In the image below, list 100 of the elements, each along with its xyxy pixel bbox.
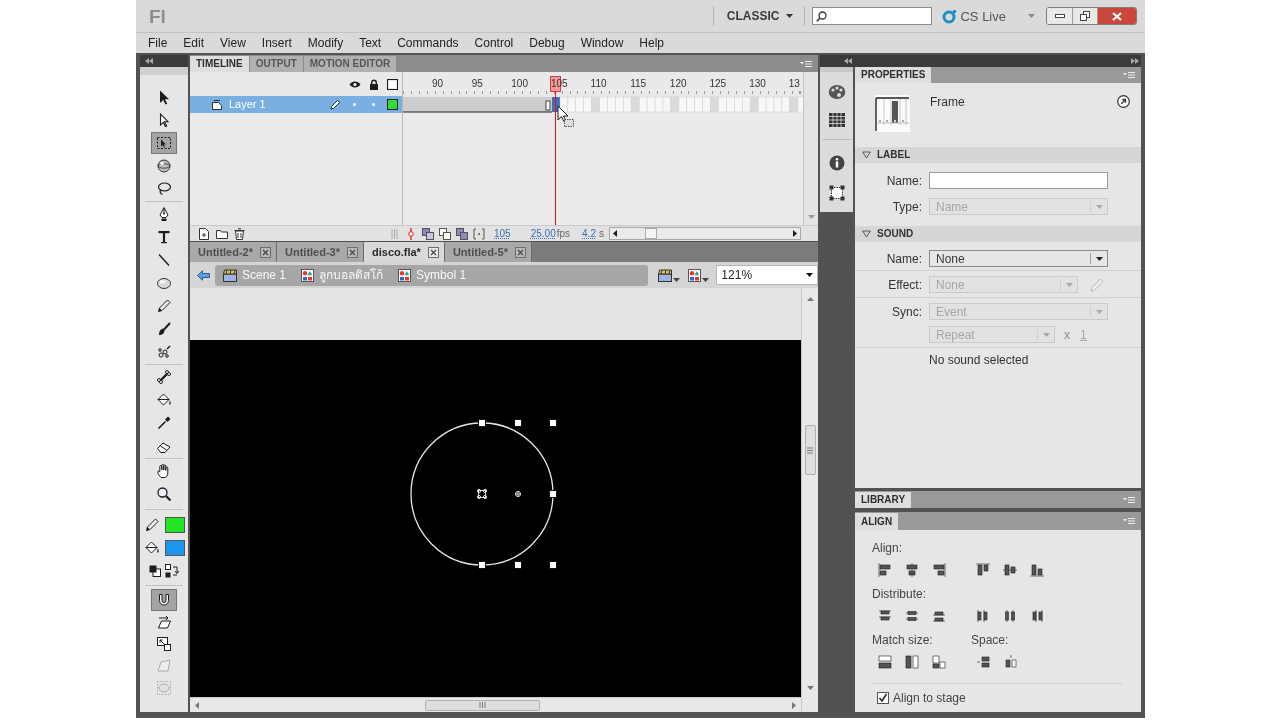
distribute-vertical-center-icon[interactable] [904, 608, 920, 624]
edit-scene-button[interactable] [658, 268, 681, 282]
align-bottom-edge-icon[interactable] [1029, 562, 1045, 578]
close-icon[interactable] [260, 246, 271, 258]
menu-item[interactable]: Control [474, 37, 514, 49]
document-tab[interactable]: Untitled-5* [444, 242, 532, 262]
circle-arrow-icon[interactable] [1117, 95, 1130, 108]
panel-tab[interactable]: TIMELINE [190, 56, 250, 72]
fill-color-swatch[interactable] [164, 540, 185, 556]
stroke-color-swatch[interactable] [164, 517, 185, 533]
dropdown[interactable]: None [929, 250, 1108, 267]
distribute-left-icon[interactable] [975, 608, 991, 624]
panel-tab[interactable]: ALIGN [855, 513, 899, 530]
eye-icon[interactable] [348, 79, 361, 89]
close-icon[interactable] [347, 246, 358, 258]
checkbox[interactable] [877, 692, 889, 704]
zoom-field[interactable]: 121% [716, 265, 818, 285]
distribute-horizontal-center-icon[interactable] [1002, 608, 1018, 624]
checkbox-label[interactable]: Align to stage [893, 692, 966, 704]
palette-icon[interactable] [827, 84, 846, 100]
layer-color-swatch[interactable] [387, 99, 398, 110]
tool-button[interactable] [151, 589, 177, 611]
double-chevron-left-icon[interactable] [844, 58, 852, 64]
text-input[interactable] [929, 172, 1108, 189]
back-arrow-icon[interactable] [197, 269, 210, 281]
minimize-button[interactable] [1047, 8, 1073, 24]
workspace-switcher[interactable]: CLASSIC [726, 10, 794, 22]
playhead-marker-icon[interactable] [405, 227, 417, 240]
trash-icon[interactable] [234, 227, 245, 240]
close-button[interactable] [1098, 8, 1136, 24]
lock-icon[interactable] [368, 78, 379, 90]
menu-item[interactable]: View [220, 37, 246, 49]
info-icon[interactable] [828, 155, 845, 171]
folder-icon[interactable] [216, 228, 228, 239]
swatch-grid-icon[interactable] [828, 113, 845, 127]
menu-item[interactable]: Commands [397, 37, 459, 49]
scrollbar-thumb[interactable] [645, 228, 657, 239]
match-width-icon[interactable] [877, 654, 893, 670]
align-left-edge-icon[interactable] [877, 562, 893, 578]
paint-bucket-icon [156, 392, 172, 408]
distribute-right-icon[interactable] [1029, 608, 1045, 624]
tool-button[interactable] [151, 132, 177, 154]
menu-item[interactable]: Text [359, 37, 382, 49]
double-chevron-left-icon[interactable] [145, 58, 153, 64]
section-header[interactable]: SOUND [855, 226, 1141, 242]
menu-item[interactable]: Debug [529, 37, 565, 49]
distribute-top-icon[interactable] [877, 608, 893, 624]
distribute-bottom-icon[interactable] [931, 608, 947, 624]
menu-item[interactable]: Window [580, 37, 624, 49]
scrollbar-thumb[interactable] [804, 425, 816, 475]
current-frame-value[interactable]: 105 [494, 228, 511, 239]
align-horizontal-center-icon[interactable] [904, 562, 920, 578]
right-arrow-icon[interactable] [793, 230, 797, 237]
letter-t-icon [156, 229, 172, 245]
space-vertical-icon[interactable] [976, 654, 992, 670]
frame-number: 125 [709, 78, 727, 90]
panel-tab[interactable]: PROPERTIES [855, 67, 932, 83]
frame-rate-value[interactable]: 25.00 [530, 228, 556, 239]
panel-tab[interactable]: OUTPUT [249, 56, 304, 72]
panel-tab[interactable]: LIBRARY [855, 492, 912, 508]
align-right-edge-icon[interactable] [931, 562, 947, 578]
align-top-edge-icon[interactable] [975, 562, 991, 578]
menu-item[interactable]: Insert [261, 37, 292, 49]
document-tab[interactable]: Untitled-3* [277, 242, 364, 262]
double-chevron-right-icon[interactable] [1131, 58, 1139, 64]
overlapping-squares-icon[interactable] [422, 227, 434, 240]
menu-item[interactable]: Edit [183, 37, 205, 49]
scrollbar-thumb[interactable] [425, 699, 540, 711]
space-horizontal-icon[interactable] [1003, 654, 1019, 670]
document-tab[interactable]: Untitled-2* [190, 242, 277, 262]
restore-button[interactable] [1073, 8, 1098, 24]
frame-number: 13 [788, 78, 800, 90]
panel-tab[interactable]: MOTION EDITOR [303, 56, 398, 72]
menu-item[interactable]: File [148, 37, 168, 49]
elapsed-time-value[interactable]: 4.2 [582, 228, 596, 239]
overlapping-outline-squares-icon[interactable] [439, 227, 451, 240]
transform-square-icon[interactable] [828, 185, 845, 201]
section-header[interactable]: LABEL [855, 147, 1141, 163]
close-icon[interactable] [427, 246, 439, 258]
up-arrow-icon[interactable] [806, 297, 814, 301]
document-tab[interactable]: disco.fla* [364, 242, 445, 262]
swap-arrows-icon[interactable] [165, 564, 179, 578]
down-arrow-icon[interactable] [806, 686, 814, 690]
live-services-button[interactable]: CS Live [960, 9, 1006, 23]
panel-menu-icon[interactable] [800, 59, 812, 68]
left-arrow-icon[interactable] [613, 230, 617, 237]
default-colors-icon[interactable] [149, 565, 161, 577]
edit-symbol-button[interactable] [688, 268, 710, 282]
new-page-icon[interactable] [198, 227, 210, 240]
match-size-icon[interactable] [931, 654, 947, 670]
stacked-squares-icon[interactable] [456, 227, 468, 240]
close-icon[interactable] [514, 246, 526, 258]
menu-item[interactable]: Modify [307, 37, 344, 49]
match-height-icon[interactable] [904, 654, 920, 670]
menu-item[interactable]: Help [639, 37, 664, 49]
frame-number: 130 [749, 78, 766, 90]
restore-icon [1080, 11, 1090, 21]
bracket-marker-icon[interactable] [473, 227, 485, 240]
search-field[interactable] [812, 7, 933, 25]
align-vertical-center-icon[interactable] [1002, 562, 1018, 578]
